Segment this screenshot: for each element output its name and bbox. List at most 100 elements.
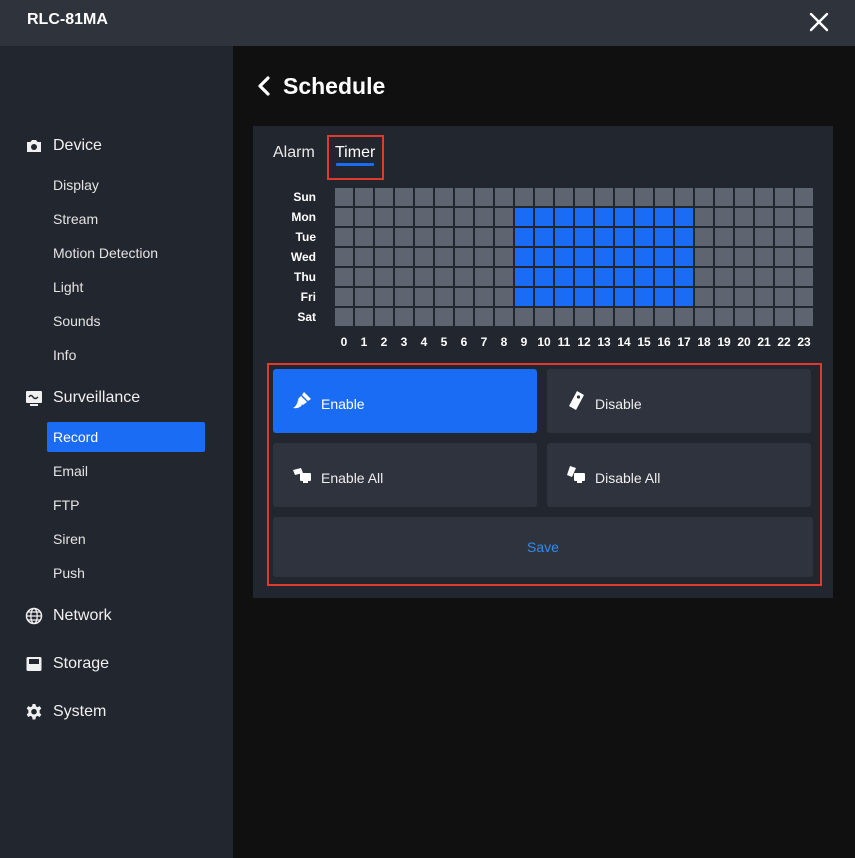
sidebar-item-motion-detection[interactable]: Motion Detection [53, 245, 158, 261]
schedule-cell[interactable] [735, 308, 753, 326]
schedule-cell[interactable] [775, 288, 793, 306]
schedule-cell[interactable] [595, 228, 613, 246]
enable-button[interactable]: Enable [273, 369, 537, 433]
schedule-cell[interactable] [415, 188, 433, 206]
schedule-cell[interactable] [335, 268, 353, 286]
schedule-cell[interactable] [455, 288, 473, 306]
schedule-cell[interactable] [775, 208, 793, 226]
close-icon[interactable] [806, 9, 832, 35]
schedule-cell[interactable] [715, 308, 733, 326]
schedule-cell[interactable] [475, 248, 493, 266]
schedule-cell[interactable] [395, 248, 413, 266]
schedule-cell[interactable] [395, 268, 413, 286]
schedule-cell[interactable] [675, 228, 693, 246]
schedule-cell[interactable] [695, 308, 713, 326]
schedule-cell[interactable] [375, 188, 393, 206]
schedule-cell[interactable] [455, 228, 473, 246]
schedule-cell[interactable] [555, 228, 573, 246]
schedule-cell[interactable] [715, 288, 733, 306]
schedule-cell[interactable] [575, 288, 593, 306]
schedule-cell[interactable] [755, 228, 773, 246]
schedule-cell[interactable] [415, 308, 433, 326]
schedule-cell[interactable] [535, 308, 553, 326]
schedule-cell[interactable] [635, 308, 653, 326]
schedule-cell[interactable] [335, 288, 353, 306]
schedule-cell[interactable] [575, 188, 593, 206]
schedule-cell[interactable] [635, 188, 653, 206]
schedule-cell[interactable] [495, 188, 513, 206]
disable-all-button[interactable]: Disable All [547, 443, 811, 507]
schedule-cell[interactable] [535, 288, 553, 306]
schedule-cell[interactable] [395, 308, 413, 326]
schedule-cell[interactable] [455, 208, 473, 226]
schedule-cell[interactable] [615, 248, 633, 266]
schedule-cell[interactable] [355, 268, 373, 286]
schedule-cell[interactable] [415, 268, 433, 286]
schedule-cell[interactable] [675, 308, 693, 326]
schedule-cell[interactable] [495, 308, 513, 326]
schedule-cell[interactable] [575, 228, 593, 246]
schedule-cell[interactable] [735, 288, 753, 306]
schedule-cell[interactable] [735, 228, 753, 246]
sidebar-item-ftp[interactable]: FTP [53, 497, 79, 513]
schedule-cell[interactable] [355, 188, 373, 206]
schedule-cell[interactable] [555, 268, 573, 286]
schedule-cell[interactable] [735, 208, 753, 226]
schedule-cell[interactable] [455, 248, 473, 266]
schedule-cell[interactable] [355, 248, 373, 266]
schedule-cell[interactable] [755, 188, 773, 206]
schedule-cell[interactable] [595, 208, 613, 226]
schedule-cell[interactable] [655, 188, 673, 206]
schedule-cell[interactable] [695, 228, 713, 246]
schedule-cell[interactable] [695, 248, 713, 266]
schedule-cell[interactable] [675, 208, 693, 226]
schedule-cell[interactable] [555, 188, 573, 206]
schedule-cell[interactable] [695, 268, 713, 286]
schedule-cell[interactable] [615, 188, 633, 206]
schedule-cell[interactable] [635, 208, 653, 226]
schedule-cell[interactable] [675, 268, 693, 286]
disable-button[interactable]: Disable [547, 369, 811, 433]
tab-alarm[interactable]: Alarm [273, 144, 315, 162]
schedule-cell[interactable] [495, 268, 513, 286]
sidebar-item-light[interactable]: Light [53, 279, 83, 295]
schedule-cell[interactable] [495, 288, 513, 306]
schedule-cell[interactable] [575, 248, 593, 266]
schedule-cell[interactable] [535, 228, 553, 246]
schedule-cell[interactable] [755, 248, 773, 266]
schedule-cell[interactable] [575, 308, 593, 326]
schedule-cell[interactable] [655, 288, 673, 306]
schedule-cell[interactable] [795, 268, 813, 286]
schedule-cell[interactable] [515, 248, 533, 266]
schedule-cell[interactable] [775, 308, 793, 326]
sidebar-item-stream[interactable]: Stream [53, 211, 98, 227]
schedule-cell[interactable] [515, 208, 533, 226]
schedule-cell[interactable] [515, 288, 533, 306]
schedule-cell[interactable] [635, 288, 653, 306]
schedule-cell[interactable] [755, 268, 773, 286]
schedule-cell[interactable] [455, 308, 473, 326]
schedule-cell[interactable] [615, 268, 633, 286]
schedule-cell[interactable] [475, 288, 493, 306]
schedule-cell[interactable] [715, 208, 733, 226]
schedule-cell[interactable] [695, 208, 713, 226]
schedule-cell[interactable] [655, 248, 673, 266]
schedule-cell[interactable] [535, 188, 553, 206]
schedule-cell[interactable] [395, 288, 413, 306]
schedule-cell[interactable] [775, 248, 793, 266]
schedule-cell[interactable] [375, 228, 393, 246]
schedule-cell[interactable] [715, 248, 733, 266]
schedule-cell[interactable] [355, 208, 373, 226]
schedule-cell[interactable] [775, 228, 793, 246]
schedule-cell[interactable] [775, 188, 793, 206]
nav-storage[interactable]: Storage [25, 652, 109, 676]
schedule-cell[interactable] [435, 208, 453, 226]
schedule-cell[interactable] [375, 248, 393, 266]
schedule-cell[interactable] [595, 288, 613, 306]
schedule-cell[interactable] [475, 308, 493, 326]
sidebar-item-push[interactable]: Push [53, 565, 85, 581]
schedule-cell[interactable] [355, 228, 373, 246]
schedule-cell[interactable] [595, 188, 613, 206]
schedule-cell[interactable] [355, 308, 373, 326]
schedule-cell[interactable] [335, 308, 353, 326]
